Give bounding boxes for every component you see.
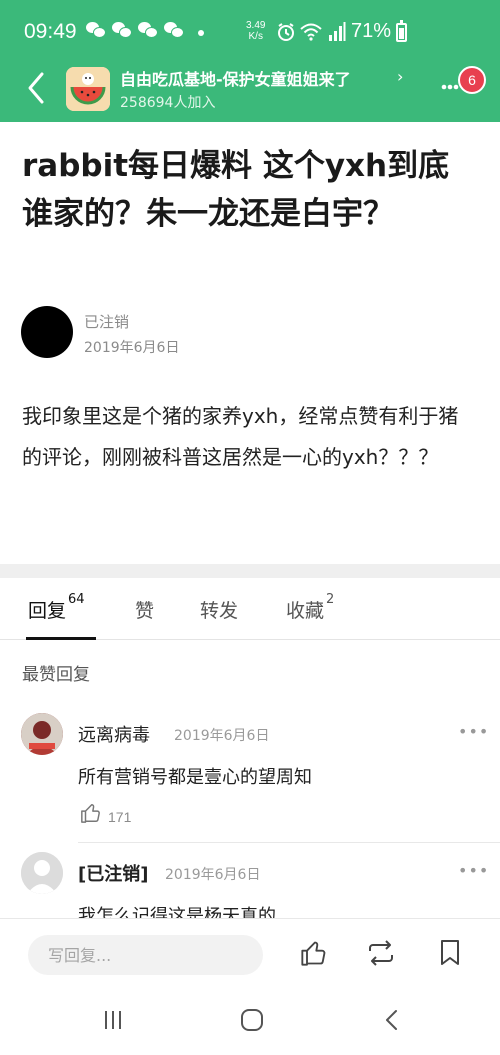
avatar[interactable] bbox=[21, 713, 63, 755]
avatar[interactable] bbox=[21, 852, 63, 894]
group-avatar[interactable] bbox=[66, 67, 110, 111]
more-dots-icon[interactable] bbox=[441, 84, 459, 90]
default-user-icon bbox=[21, 852, 63, 894]
network-speed-value: 3.49 bbox=[246, 20, 266, 31]
tab-likes[interactable]: 赞 bbox=[135, 596, 154, 623]
author-name[interactable]: 已注销 bbox=[84, 311, 129, 332]
wechat-icon bbox=[112, 22, 132, 38]
comment-text: 所有营销号都是壹心的望周知 bbox=[78, 767, 312, 788]
reply-input[interactable] bbox=[28, 935, 263, 975]
comment-divider bbox=[78, 842, 500, 843]
post-title: rabbit每日爆料 这个yxh到底谁家的？朱一龙还是白宇？ bbox=[22, 148, 450, 232]
signal-icon bbox=[329, 22, 346, 41]
tab-favorites[interactable]: 收藏2 bbox=[286, 592, 334, 623]
network-speed-unit: K/s bbox=[248, 31, 263, 42]
watermelon-icon bbox=[66, 67, 110, 111]
home-icon[interactable] bbox=[240, 1008, 264, 1032]
network-speed: 3.49 K/s bbox=[246, 20, 265, 42]
comment-date: 2019年6月6日 bbox=[174, 728, 270, 744]
thumbs-up-icon[interactable] bbox=[80, 802, 102, 824]
tab-favorites-count: 2 bbox=[326, 592, 335, 607]
post-body: 我印象里这是个猪的家养yxh，经常点赞有利于猪的评论，刚刚被科普这居然是一心的y… bbox=[22, 404, 459, 469]
post-date: 2019年6月6日 bbox=[84, 340, 180, 356]
back-nav-icon[interactable] bbox=[382, 1008, 402, 1032]
comment-author[interactable]: 远离病毒 bbox=[78, 721, 150, 747]
thumbs-up-icon[interactable] bbox=[300, 939, 328, 967]
notification-icons bbox=[86, 22, 184, 38]
like-count: 171 bbox=[108, 809, 132, 825]
author-avatar[interactable] bbox=[21, 306, 73, 358]
more-dots-icon[interactable]: ••• bbox=[458, 861, 489, 880]
wifi-icon bbox=[300, 23, 322, 41]
group-member-count: 258694人加入 bbox=[120, 95, 216, 111]
active-tab-indicator bbox=[26, 637, 96, 640]
system-nav-bar bbox=[0, 988, 500, 1055]
bottom-action-bar bbox=[0, 918, 500, 988]
group-header: 自由吃瓜基地-保护女童姐姐来了 › 258694人加入 6 bbox=[0, 56, 500, 122]
post-tabs: 回复64 赞 转发 收藏2 bbox=[0, 578, 500, 640]
chevron-right-icon[interactable]: › bbox=[397, 67, 403, 86]
alarm-icon bbox=[278, 23, 294, 41]
bookmark-icon[interactable] bbox=[439, 939, 461, 967]
wechat-icon bbox=[164, 22, 184, 38]
user-photo-icon bbox=[21, 713, 63, 755]
repost-icon[interactable] bbox=[366, 939, 396, 967]
tab-replies[interactable]: 回复64 bbox=[28, 592, 85, 623]
comment-author[interactable]: [已注销] bbox=[78, 860, 148, 886]
recent-apps-icon[interactable] bbox=[101, 1008, 125, 1032]
more-notifications-dot-icon bbox=[198, 30, 204, 36]
status-time: 09:49 bbox=[24, 20, 77, 43]
wechat-icon bbox=[86, 22, 106, 38]
top-replies-heading: 最赞回复 bbox=[22, 665, 90, 685]
tab-reposts[interactable]: 转发 bbox=[200, 596, 238, 623]
tab-replies-label: 回复 bbox=[28, 600, 67, 622]
battery-percent: 71% bbox=[351, 20, 392, 42]
more-dots-icon[interactable]: ••• bbox=[458, 722, 489, 741]
tab-replies-count: 64 bbox=[68, 592, 85, 607]
back-arrow-icon[interactable] bbox=[22, 68, 52, 108]
wechat-icon bbox=[138, 22, 158, 38]
comment-date: 2019年6月6日 bbox=[165, 867, 261, 883]
battery-icon bbox=[396, 20, 407, 42]
section-divider bbox=[0, 564, 500, 578]
group-name[interactable]: 自由吃瓜基地-保护女童姐姐来了 bbox=[120, 66, 351, 90]
tab-likes-label: 赞 bbox=[135, 600, 155, 622]
tab-reposts-label: 转发 bbox=[200, 600, 239, 622]
tab-favorites-label: 收藏 bbox=[286, 600, 325, 622]
notification-badge: 6 bbox=[458, 66, 486, 94]
